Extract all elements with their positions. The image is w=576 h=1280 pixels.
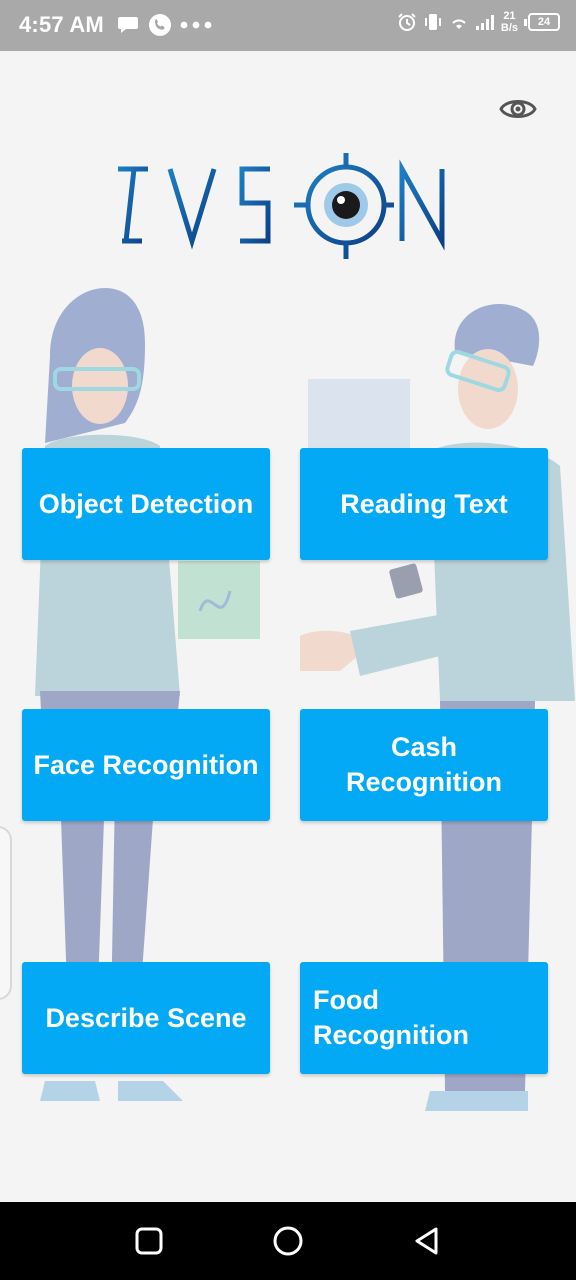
- net-speed: 21 B/s: [501, 10, 518, 34]
- eye-icon: [499, 100, 537, 118]
- alarm-icon: [398, 13, 416, 31]
- visibility-button[interactable]: [498, 91, 538, 127]
- net-speed-value: 21: [503, 10, 516, 22]
- recent-apps-icon[interactable]: [132, 1224, 166, 1258]
- describe-scene-button[interactable]: Describe Scene: [22, 962, 270, 1074]
- object-detection-button[interactable]: Object Detection: [22, 448, 270, 560]
- chat-icon: [118, 17, 138, 33]
- battery-icon: 24: [524, 13, 560, 31]
- phone-icon: [149, 14, 171, 36]
- reading-text-button[interactable]: Reading Text: [300, 448, 548, 560]
- cash-recognition-button[interactable]: Cash Recognition: [300, 709, 548, 821]
- notification-icons: [118, 13, 212, 37]
- main-screen: Object Detection Reading Text Face Recog…: [0, 51, 576, 1202]
- wifi-icon: [452, 19, 466, 29]
- home-icon[interactable]: [271, 1224, 305, 1258]
- signal-icon: [475, 15, 494, 30]
- face-recognition-button[interactable]: Face Recognition: [22, 709, 270, 821]
- battery-level: 24: [528, 13, 560, 31]
- navigation-bar: [0, 1202, 576, 1280]
- side-drawer-handle[interactable]: [0, 826, 12, 1000]
- status-bar: 4:57 AM 21 B/s 24: [0, 0, 576, 51]
- system-icons: 21 B/s 24: [397, 10, 560, 34]
- food-recognition-button[interactable]: Food Recognition: [300, 962, 548, 1074]
- more-dots-icon: [180, 21, 212, 29]
- status-time: 4:57 AM: [19, 12, 104, 37]
- app-logo: [118, 153, 445, 259]
- back-icon[interactable]: [410, 1224, 444, 1258]
- net-speed-unit: B/s: [500, 22, 518, 34]
- vibrate-icon: [424, 14, 441, 30]
